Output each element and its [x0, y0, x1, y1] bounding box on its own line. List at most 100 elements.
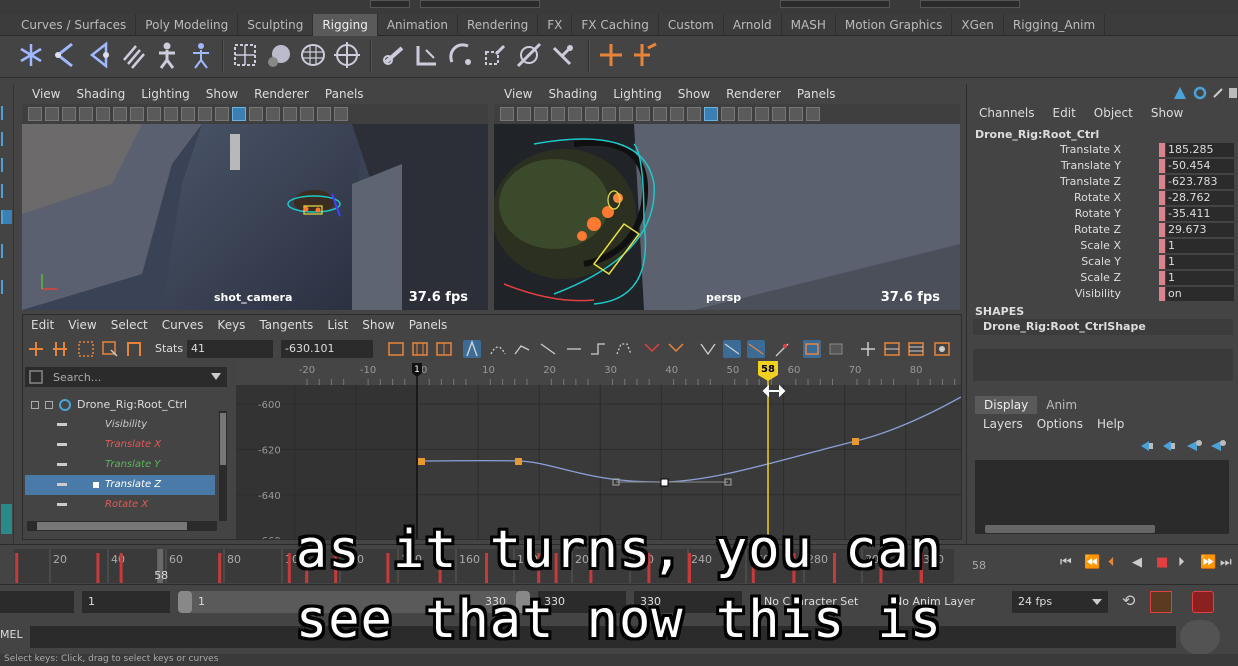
channel-label[interactable]: Scale Z — [1080, 271, 1121, 284]
channel-row[interactable]: Translate Y -50.454 — [967, 158, 1238, 174]
channel-label[interactable]: Translate Y — [1061, 159, 1121, 172]
channel-box-menu-edit[interactable]: Edit — [1053, 106, 1076, 120]
viewport-menu-panels[interactable]: Panels — [797, 87, 836, 101]
clamped-tangent-icon[interactable] — [513, 340, 531, 358]
collapse-icon[interactable] — [31, 401, 39, 409]
lattice-deform-keys-icon[interactable] — [77, 340, 95, 358]
point-constraint-icon[interactable] — [412, 40, 442, 70]
plateau-tangent-icon[interactable] — [615, 340, 633, 358]
channel-label[interactable]: Translate Z — [1060, 175, 1121, 188]
safe-action-icon[interactable] — [653, 107, 667, 121]
smooth-shade-icon[interactable] — [232, 107, 246, 121]
linear-tangent-icon[interactable] — [539, 340, 557, 358]
layer-menu-layers[interactable]: Layers — [983, 417, 1023, 431]
flat-tangent-icon[interactable] — [565, 340, 583, 358]
chevron-down-icon[interactable] — [211, 373, 221, 381]
viewport-menu-shading[interactable]: Shading — [76, 87, 125, 101]
outliner-channel-row[interactable]: Rotate X — [25, 495, 215, 515]
channel-row[interactable]: Rotate Y -35.411 — [967, 206, 1238, 222]
open-time-editor-icon[interactable] — [907, 340, 925, 358]
channel-row[interactable]: Scale Z 1 — [967, 270, 1238, 286]
viewport-menu-show[interactable]: Show — [678, 87, 710, 101]
textured-icon[interactable] — [738, 107, 752, 121]
search-input[interactable]: Search... — [53, 371, 101, 384]
camera-icon[interactable] — [500, 107, 514, 121]
stats-value-field[interactable]: -630.101 — [281, 340, 373, 358]
outliner-search[interactable]: Search... — [25, 367, 227, 387]
status-line-field[interactable] — [370, 0, 410, 8]
shape-node-name[interactable]: Drone_Rig:Root_CtrlShape — [973, 319, 1233, 335]
new-layer-icon[interactable] — [1187, 440, 1202, 451]
status-line-field[interactable] — [780, 0, 890, 8]
paint-select-tool-icon[interactable] — [1, 158, 12, 172]
viewport-menu-panels[interactable]: Panels — [325, 87, 364, 101]
graph-menu-select[interactable]: Select — [111, 318, 148, 332]
parent-constraint-icon[interactable] — [380, 40, 410, 70]
isolate-icon[interactable] — [334, 107, 348, 121]
cluster-icon[interactable] — [264, 40, 294, 70]
retime-tool-icon[interactable] — [125, 340, 143, 358]
field-chart-icon[interactable] — [164, 107, 178, 121]
graph-menu-edit[interactable]: Edit — [31, 318, 54, 332]
camera-icon[interactable] — [28, 107, 42, 121]
blendshape-icon[interactable] — [298, 40, 328, 70]
wireframe-on-shaded-icon[interactable] — [721, 107, 735, 121]
locator-icon[interactable] — [596, 40, 626, 70]
channel-label[interactable]: Rotate Y — [1075, 207, 1121, 220]
shelf-tab-rigging-anim[interactable]: Rigging_Anim — [1004, 14, 1106, 36]
shelf-tab-animation[interactable]: Animation — [378, 14, 458, 36]
viewport-menu-lighting[interactable]: Lighting — [141, 87, 190, 101]
outliner-channel-row[interactable]: Visibility — [25, 415, 215, 435]
scale-constraint-icon[interactable] — [480, 40, 510, 70]
layer-menu-options[interactable]: Options — [1037, 417, 1083, 431]
viewport-menu-show[interactable]: Show — [206, 87, 238, 101]
channel-box-menu-object[interactable]: Object — [1094, 106, 1133, 120]
free-tangent-weight-icon[interactable] — [699, 340, 717, 358]
resolution-gate-icon[interactable] — [130, 107, 144, 121]
textured-icon[interactable] — [266, 107, 280, 121]
custom-locator-icon[interactable] — [630, 40, 660, 70]
viewport-menu-lighting[interactable]: Lighting — [613, 87, 662, 101]
image-plane-icon[interactable] — [551, 107, 565, 121]
scrollbar-thumb[interactable] — [220, 413, 226, 465]
safe-title-icon[interactable] — [198, 107, 212, 121]
ambient-occlusion-icon[interactable] — [317, 107, 331, 121]
keyframe[interactable] — [418, 458, 425, 465]
shelf-tab-custom[interactable]: Custom — [659, 14, 724, 36]
time-snap-icon[interactable] — [803, 340, 821, 358]
step-tangent-icon[interactable] — [589, 340, 607, 358]
film-gate-icon[interactable] — [113, 107, 127, 121]
graph-canvas[interactable]: -20-1001020304050607080 -600-620-640-660… — [236, 361, 961, 539]
wireframe-icon[interactable] — [687, 107, 701, 121]
lock-tangent-weight-icon[interactable] — [723, 340, 741, 358]
bind-skin-icon[interactable] — [118, 40, 148, 70]
channel-row[interactable]: Visibility on — [967, 286, 1238, 302]
channel-value-field[interactable]: -35.411 — [1166, 207, 1234, 221]
graph-menu-view[interactable]: View — [68, 318, 96, 332]
wireframe-on-shaded-icon[interactable] — [249, 107, 263, 121]
safe-action-icon[interactable] — [181, 107, 195, 121]
shadows-icon[interactable] — [300, 107, 314, 121]
viewport-menu-renderer[interactable]: Renderer — [726, 87, 781, 101]
move-layer-up-icon[interactable] — [1141, 441, 1153, 451]
humanik-icon[interactable] — [152, 40, 182, 70]
move-tool-icon[interactable] — [1, 184, 12, 198]
camera-attr-icon[interactable] — [517, 107, 531, 121]
channel-label[interactable]: Scale X — [1080, 239, 1121, 252]
unify-tangents-icon[interactable] — [667, 340, 685, 358]
keyframe[interactable] — [515, 458, 522, 465]
shelf-tab-sculpting[interactable]: Sculpting — [238, 14, 314, 36]
lattice-icon[interactable] — [230, 40, 260, 70]
channel-value-field[interactable]: -623.783 — [1166, 175, 1234, 189]
channel-label[interactable]: Rotate X — [1074, 191, 1121, 204]
joint-tool-icon[interactable] — [16, 40, 46, 70]
viewport-menu-view[interactable]: View — [504, 87, 532, 101]
attribute-editor-toggle-icon[interactable] — [1193, 86, 1207, 100]
open-trax-icon[interactable] — [883, 340, 901, 358]
shelf-tab-curves-surfaces[interactable]: Curves / Surfaces — [12, 14, 137, 36]
shelf-tab-poly-modeling[interactable]: Poly Modeling — [136, 14, 239, 36]
channel-label[interactable]: Translate X — [1060, 143, 1121, 156]
tab-display[interactable]: Display — [975, 396, 1038, 414]
resolution-gate-icon[interactable] — [602, 107, 616, 121]
layer-list[interactable] — [975, 460, 1229, 528]
